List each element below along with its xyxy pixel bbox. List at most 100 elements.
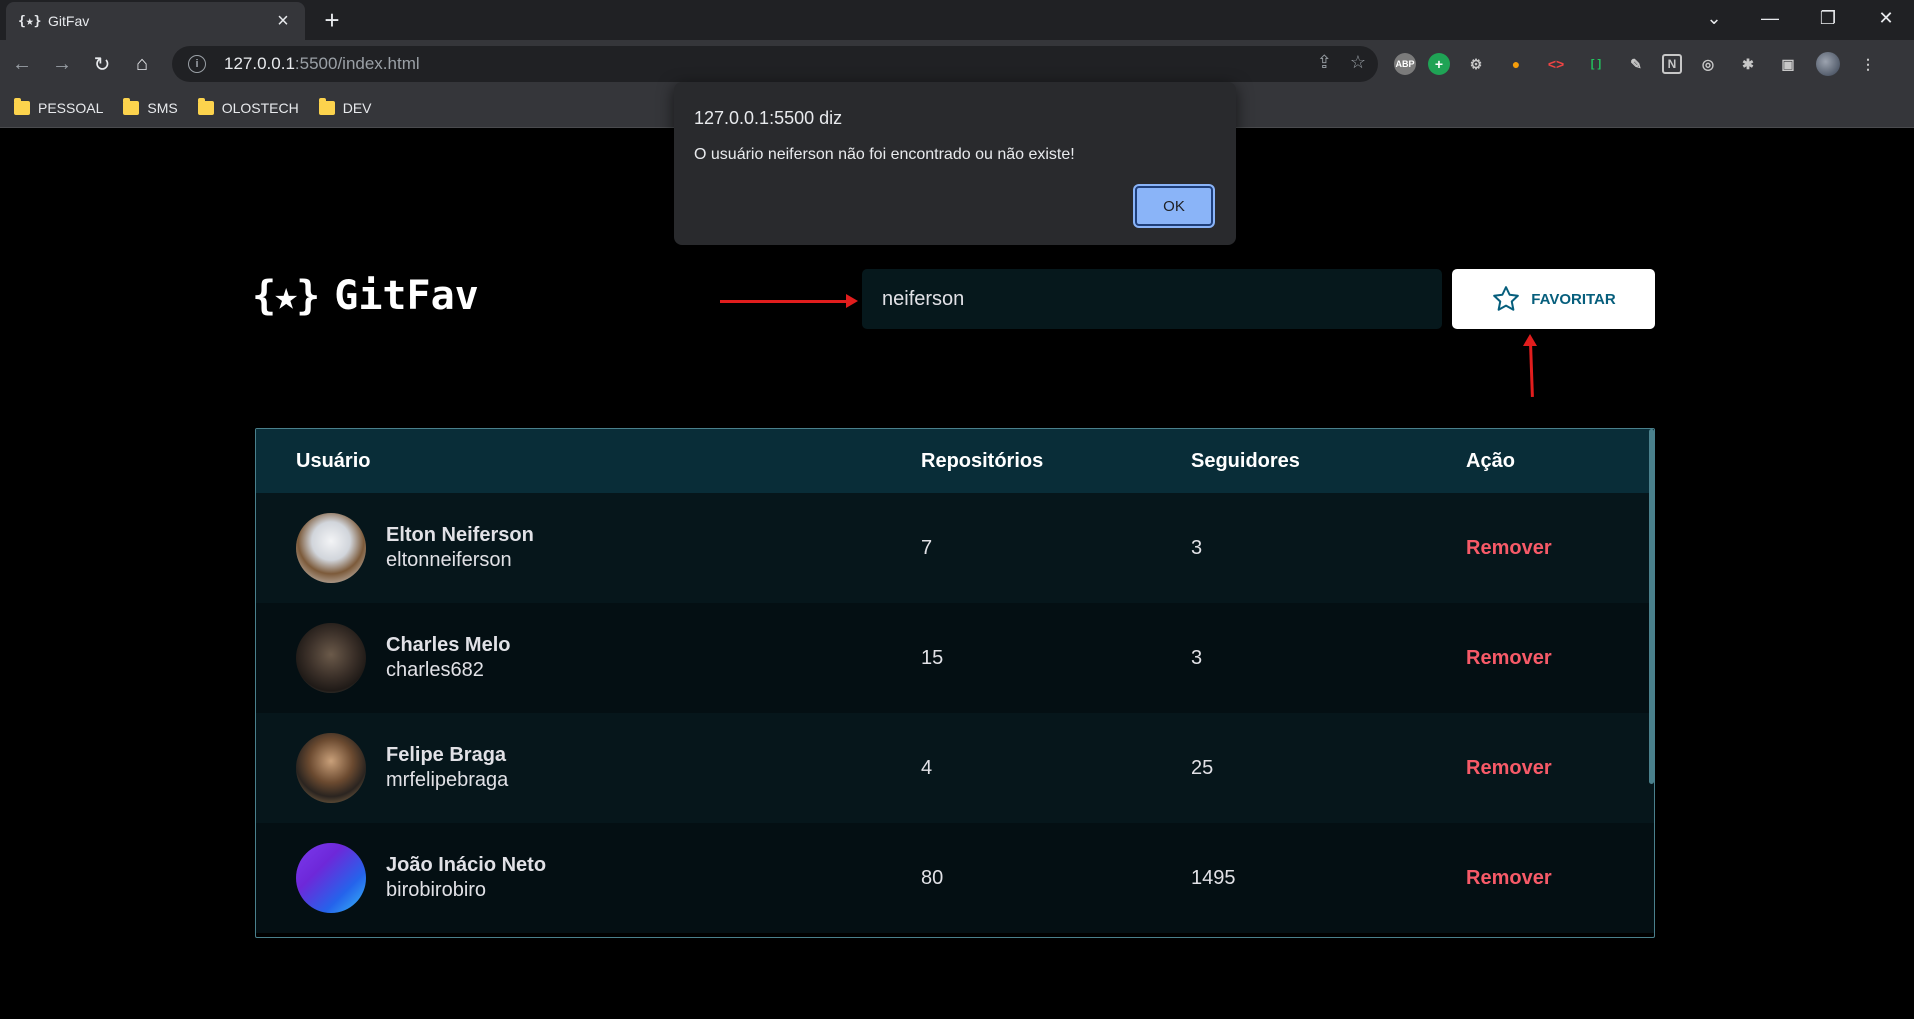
header-followers: Seguidores — [1191, 449, 1300, 472]
dialog-title: 127.0.0.1:5500 diz — [694, 108, 843, 128]
bookmark-folder-sms[interactable]: SMS — [123, 97, 178, 116]
annotation-arrow-line — [1529, 344, 1534, 398]
puzzle-extensions-icon[interactable]: ✱ — [1734, 50, 1762, 78]
followers-count: 3 — [1191, 646, 1203, 669]
remove-button[interactable]: Remover — [1466, 647, 1552, 670]
bookmark-star-icon[interactable]: ☆ — [1350, 52, 1366, 73]
close-tab-icon[interactable]: × — [273, 10, 293, 33]
folder-icon — [14, 97, 30, 115]
url-path: :5500/index.html — [294, 54, 420, 73]
user-info: Charles Melo charles682 — [296, 623, 921, 693]
header-user: Usuário — [296, 449, 371, 472]
ok-button[interactable]: OK — [1135, 186, 1213, 226]
bookmark-folder-dev[interactable]: DEV — [318, 97, 372, 116]
page-content: {★} GitFav FAVORITAR Usuário Repositório… — [0, 129, 1914, 1019]
color-extension-icon[interactable]: ● — [1502, 50, 1530, 78]
share-icon[interactable]: ⇪ — [1317, 52, 1332, 73]
gitfav-logo: {★} GitFav — [252, 273, 479, 319]
bookmark-folder-olostech[interactable]: OLOSTECH — [197, 97, 299, 116]
user-text: Charles Melo charles682 — [386, 634, 510, 682]
omnibox-actions: ⇪ ☆ — [1317, 52, 1366, 73]
menu-kebab-icon[interactable]: ⋮ — [1854, 50, 1882, 78]
avatar — [296, 843, 366, 913]
header-action: Ação — [1466, 449, 1515, 472]
action-cell: Remover — [1466, 603, 1654, 713]
folder-icon — [197, 97, 214, 115]
restore-button[interactable]: ❐ — [1800, 0, 1856, 36]
avatar — [296, 623, 366, 693]
bookmark-label: DEV — [342, 99, 372, 116]
followers-count: 1495 — [1191, 866, 1236, 889]
reload-icon[interactable]: ↻ — [86, 48, 118, 80]
user-name: Charles Melo — [386, 634, 511, 656]
repos-count: 4 — [921, 756, 933, 779]
table-row: João Inácio Neto birobirobiro 80 1495 Re… — [256, 823, 1654, 933]
action-cell: Remover — [1466, 713, 1654, 823]
header-repos: Repositórios — [921, 449, 1044, 472]
sidepanel-icon[interactable]: ▣ — [1774, 50, 1802, 78]
table-scrollbar[interactable] — [1649, 429, 1654, 784]
table-row: Felipe Braga mrfelipebraga 4 25 Remover — [256, 713, 1654, 823]
annotation-arrow-line — [720, 300, 850, 303]
dialog-message: O usuário neiferson não foi encontrado o… — [694, 146, 1075, 163]
avatar — [296, 733, 366, 803]
bookmark-label: OLOSTECH — [221, 99, 299, 116]
repos-count: 15 — [921, 646, 944, 669]
logo-text: GitFav — [334, 273, 479, 319]
browser-tab[interactable]: {★} GitFav × — [6, 2, 305, 40]
tab-title: GitFav — [48, 13, 90, 29]
profile-avatar[interactable] — [1814, 50, 1842, 78]
forward-icon[interactable]: → — [46, 48, 78, 80]
folder-icon — [318, 97, 335, 115]
site-info-icon[interactable]: i — [188, 55, 206, 73]
search-input[interactable] — [862, 269, 1442, 329]
user-cell: Charles Melo charles682 — [256, 603, 921, 713]
followers-count: 25 — [1191, 756, 1214, 779]
favorites-table: Usuário Repositórios Seguidores Ação Elt… — [255, 428, 1655, 938]
address-bar[interactable]: i 127.0.0.1:5500/index.html ⇪ ☆ — [172, 46, 1378, 82]
extensions-bar: ABP + ⚙ ● <> [ ] ✎ N ◎ ✱ ▣ ⋮ — [1394, 50, 1882, 78]
minimize-button[interactable]: — — [1742, 0, 1798, 36]
home-icon[interactable]: ⌂ — [126, 48, 158, 80]
user-text: Felipe Braga mrfelipebraga — [386, 744, 508, 792]
repos-count: 7 — [921, 536, 933, 559]
remove-button[interactable]: Remover — [1466, 757, 1552, 780]
user-login: mrfelipebraga — [386, 769, 509, 791]
user-info: João Inácio Neto birobirobiro — [296, 843, 921, 913]
new-tab-button[interactable]: + — [318, 6, 346, 34]
bookmark-label: SMS — [147, 99, 178, 116]
remove-button[interactable]: Remover — [1466, 537, 1552, 560]
action-cell: Remover — [1466, 823, 1654, 933]
favorite-button-label: FAVORITAR — [1531, 290, 1616, 308]
back-icon[interactable]: ← — [6, 48, 38, 80]
bookmark-label: PESSOAL — [38, 99, 104, 116]
annotation-arrow-head — [1523, 334, 1537, 346]
user-cell: Felipe Braga mrfelipebraga — [256, 713, 921, 823]
table-row: Charles Melo charles682 15 3 Remover — [256, 603, 1654, 713]
user-text: Elton Neiferson eltonneiferson — [386, 524, 534, 572]
bookmark-folder-pessoal[interactable]: PESSOAL — [14, 97, 104, 116]
add-extension-icon[interactable]: + — [1428, 53, 1450, 75]
eye-extension-icon[interactable]: ◎ — [1694, 50, 1722, 78]
user-info: Felipe Braga mrfelipebraga — [296, 733, 921, 803]
avatar — [1816, 52, 1840, 76]
star-icon — [1493, 286, 1520, 311]
code-extension-icon[interactable]: <> — [1542, 50, 1570, 78]
adblock-extension-icon[interactable]: ABP — [1394, 53, 1416, 75]
user-name: Felipe Braga — [386, 744, 507, 766]
alert-dialog: 127.0.0.1:5500 diz O usuário neiferson n… — [674, 82, 1236, 245]
favorite-button[interactable]: FAVORITAR — [1452, 269, 1655, 329]
tab-search-icon[interactable]: ⌄ — [1686, 0, 1742, 36]
notion-extension-icon[interactable]: N — [1662, 54, 1682, 74]
user-cell: Elton Neiferson eltonneiferson — [256, 493, 921, 603]
url-host: 127.0.0.1 — [224, 54, 295, 73]
user-text: João Inácio Neto birobirobiro — [386, 854, 546, 902]
settings-extension-icon[interactable]: ⚙ — [1462, 50, 1490, 78]
remove-button[interactable]: Remover — [1466, 867, 1552, 890]
user-name: Elton Neiferson — [386, 524, 534, 546]
folder-icon — [123, 97, 140, 115]
close-window-button[interactable]: ✕ — [1858, 0, 1914, 36]
user-login: birobirobiro — [386, 879, 487, 901]
screenshot-extension-icon[interactable]: [ ] — [1582, 50, 1610, 78]
pen-extension-icon[interactable]: ✎ — [1622, 50, 1650, 78]
